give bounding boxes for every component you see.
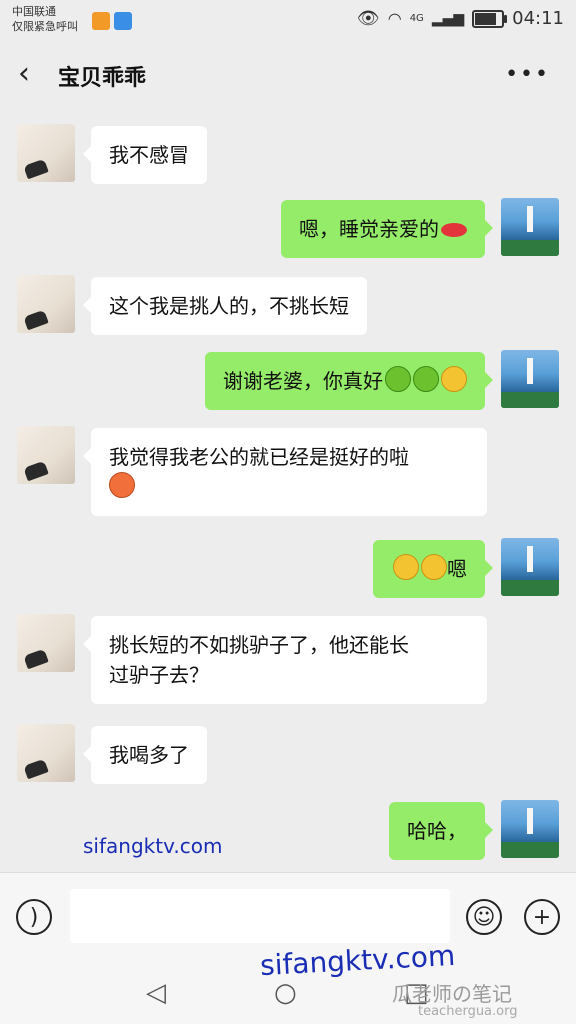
- contact-avatar[interactable]: [17, 124, 75, 182]
- frog-emoji-icon: [413, 366, 439, 392]
- battery-icon: [472, 9, 508, 28]
- network-type: 4G: [409, 13, 424, 24]
- frog-emoji-icon: [385, 366, 411, 392]
- message-text: 哈哈，: [407, 819, 467, 843]
- emergency-only-label: 仅限紧急呼叫: [12, 20, 78, 33]
- chevron-left-icon[interactable]: ‹: [18, 56, 30, 91]
- message-text: 谢谢老婆，你真好: [223, 369, 383, 393]
- my-avatar[interactable]: [501, 350, 559, 408]
- wifi-icon: ◠: [387, 9, 402, 28]
- message-text: 挑长短的不如挑驴子了，他还能长: [109, 633, 409, 657]
- message-text: 嗯: [447, 557, 467, 581]
- chat-header: ‹ 宝贝乖乖 •••: [0, 40, 576, 108]
- contact-avatar[interactable]: [17, 614, 75, 672]
- message-bubble-outgoing[interactable]: 嗯，睡觉亲爱的: [281, 200, 493, 258]
- voice-icon[interactable]: ): [16, 899, 52, 935]
- message-bubble-outgoing[interactable]: 哈哈，: [389, 802, 493, 860]
- grin-emoji-icon: [441, 366, 467, 392]
- message-text: 嗯，睡觉亲爱的: [299, 217, 439, 241]
- nav-back-icon[interactable]: ◁: [146, 978, 166, 1008]
- message-bubble-outgoing[interactable]: 嗯: [373, 540, 493, 598]
- chat-title: 宝贝乖乖: [58, 66, 147, 91]
- clock: 04:11: [512, 8, 564, 29]
- message-text: 过驴子去？: [109, 663, 209, 687]
- watermark-brand-url: teachergua.org: [418, 1004, 518, 1019]
- grin-emoji-icon: [393, 554, 419, 580]
- message-bubble-incoming[interactable]: 挑长短的不如挑驴子了，他还能长 过驴子去？: [83, 616, 487, 704]
- contact-avatar[interactable]: [17, 275, 75, 333]
- message-text: 我喝多了: [109, 743, 189, 767]
- message-bubble-incoming[interactable]: 这个我是挑人的，不挑长短: [83, 277, 367, 335]
- lips-emoji-icon: [441, 223, 467, 237]
- plus-icon[interactable]: +: [524, 899, 560, 935]
- video-app-icon: [92, 12, 110, 30]
- message-input[interactable]: [70, 889, 450, 943]
- message-text: 我不感冒: [109, 143, 189, 167]
- flushed-emoji-icon: [109, 472, 135, 498]
- carrier-info: 中国联通 仅限紧急呼叫: [12, 4, 132, 34]
- signal-icon: ▂▄▆: [431, 10, 465, 27]
- message-bubble-outgoing[interactable]: 谢谢老婆，你真好: [205, 352, 493, 410]
- message-bubble-incoming[interactable]: 我觉得我老公的就已经是挺好的啦: [83, 428, 487, 516]
- message-bubble-incoming[interactable]: 我喝多了: [83, 726, 207, 784]
- watermark-site: sifangktv.com: [83, 834, 223, 858]
- message-text: 我觉得我老公的就已经是挺好的啦: [109, 445, 409, 469]
- contact-avatar[interactable]: [17, 724, 75, 782]
- message-bubble-incoming[interactable]: 我不感冒: [83, 126, 207, 184]
- status-right: 👁 ◠ 4G ▂▄▆ 04:11: [357, 8, 564, 29]
- more-dots-icon[interactable]: •••: [505, 62, 550, 87]
- my-avatar[interactable]: [501, 198, 559, 256]
- smiley-icon[interactable]: ☺: [466, 899, 502, 935]
- my-avatar[interactable]: [501, 800, 559, 858]
- watermark-brand: 瓜老师の笔记: [392, 982, 512, 1006]
- hotspot-icon: [114, 12, 132, 30]
- my-avatar[interactable]: [501, 538, 559, 596]
- carrier-name: 中国联通: [12, 5, 56, 18]
- status-bar: 中国联通 仅限紧急呼叫 👁 ◠ 4G ▂▄▆ 04:11: [0, 0, 576, 40]
- eye-icon: 👁: [356, 8, 380, 29]
- message-text: 这个我是挑人的，不挑长短: [109, 294, 349, 318]
- contact-avatar[interactable]: [17, 426, 75, 484]
- nav-home-icon[interactable]: ○: [274, 978, 297, 1008]
- grin-emoji-icon: [421, 554, 447, 580]
